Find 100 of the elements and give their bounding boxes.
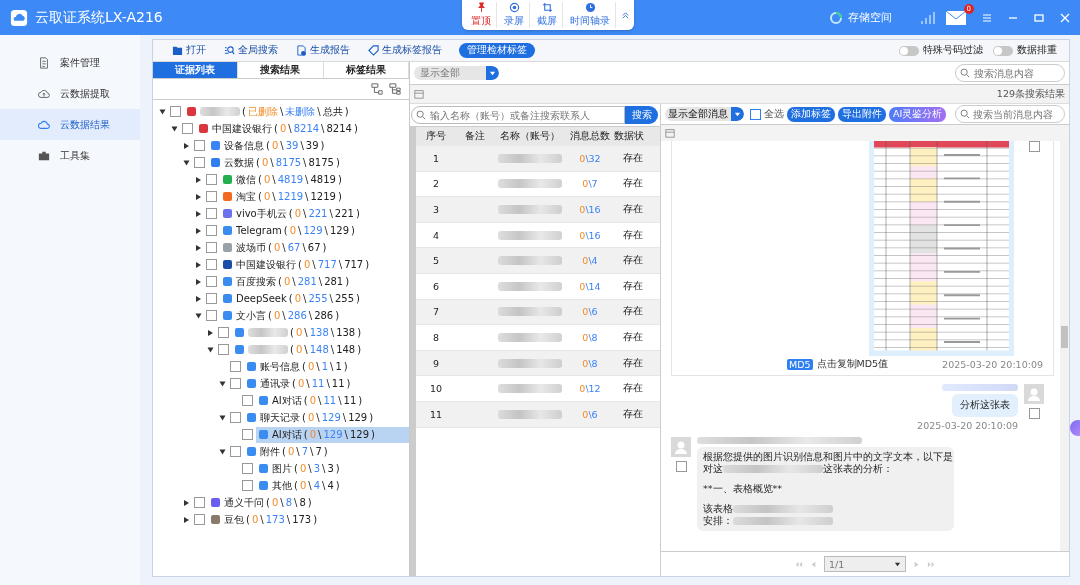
action-button[interactable]: 添加标签 (787, 106, 835, 122)
tree-item[interactable]: vivo手机云 ( 0 \ 221 \ 221 ) (220, 205, 363, 222)
expand-arrow-icon[interactable] (207, 329, 213, 336)
tree-item[interactable]: ( 0 \ 138 \ 138 ) (232, 324, 365, 341)
nav-item[interactable]: 云数据提取 (0, 78, 140, 109)
next-page-icon[interactable] (912, 559, 921, 569)
checkbox[interactable] (206, 191, 217, 202)
checkbox[interactable] (230, 412, 241, 423)
checkbox[interactable] (182, 123, 193, 134)
checkbox[interactable] (194, 140, 205, 151)
expand-arrow-icon[interactable] (195, 176, 201, 183)
tree-item[interactable]: 中国建设银行 ( 0 \ 8214 \ 8214 ) (196, 120, 361, 137)
tree-item[interactable]: 聊天记录 ( 0 \ 129 \ 129 ) (244, 409, 377, 426)
current-message-search-field[interactable]: 搜索当前消息内容 (955, 105, 1065, 123)
toggle-switch[interactable] (993, 45, 1013, 56)
tree-item[interactable]: 账号信息 ( 0 \ 1 \ 1 ) (244, 358, 351, 375)
expand-arrow-icon[interactable] (171, 126, 177, 131)
checkbox[interactable] (675, 461, 687, 472)
expand-arrow-icon[interactable] (219, 415, 225, 420)
toolbar-button[interactable]: 录屏 (499, 2, 530, 28)
tree-item[interactable]: 中国建设银行 ( 0 \ 717 \ 717 ) (220, 256, 373, 273)
tree-item[interactable]: 附件 ( 0 \ 7 \ 7 ) (244, 443, 331, 460)
column-header[interactable]: 消息总数 (566, 130, 614, 143)
checkbox[interactable] (230, 446, 241, 457)
expand-arrow-icon[interactable] (219, 449, 225, 454)
checkbox[interactable] (230, 378, 241, 389)
checkbox[interactable] (218, 327, 229, 338)
copy-md5-link[interactable]: 点击复制MD5值 (816, 358, 889, 371)
expand-arrow-icon[interactable] (159, 109, 165, 114)
calendar-icon[interactable] (665, 128, 675, 138)
message-filter-dropdown[interactable]: 显示全部消息 (665, 107, 744, 121)
nav-item[interactable]: 工具集 (0, 140, 140, 171)
column-header[interactable]: 数据状 (614, 130, 652, 143)
expand-arrow-icon[interactable] (195, 210, 201, 217)
toolbar-button[interactable]: 截屏 (532, 2, 563, 28)
tree-item[interactable]: 其他 ( 0 \ 4 \ 4 ) (256, 477, 343, 494)
checkbox[interactable] (218, 344, 229, 355)
column-header[interactable]: 备注 (456, 130, 494, 143)
previous-page-icon[interactable] (809, 559, 818, 569)
toolbar-button[interactable]: 全局搜索 (217, 44, 285, 57)
tree-item[interactable]: AI对话 ( 0 \ 129 \ 129 ) (256, 426, 409, 443)
checkbox[interactable] (206, 310, 217, 321)
expand-arrow-icon[interactable] (183, 516, 189, 523)
checkbox[interactable] (242, 395, 253, 406)
collapse-tree-icon[interactable] (371, 83, 383, 95)
toolbar-button[interactable]: 时间轴录 (565, 2, 616, 28)
tree-item[interactable]: 通讯录 ( 0 \ 11 \ 11 ) (244, 375, 354, 392)
maximize-icon[interactable] (1034, 12, 1044, 23)
checkbox[interactable] (230, 361, 241, 372)
toolbar-button[interactable]: 置顶 (466, 2, 497, 28)
nav-item[interactable]: 案件管理 (0, 47, 140, 78)
scrollbar[interactable] (1060, 141, 1069, 551)
tree-item[interactable]: Telegram ( 0 \ 129 \ 129 ) (220, 222, 358, 239)
tab[interactable]: 证据列表 (153, 62, 239, 78)
expand-arrow-icon[interactable] (183, 499, 189, 506)
expand-tree-icon[interactable] (389, 83, 401, 95)
message-search-field[interactable]: 搜索消息内容 (955, 64, 1065, 82)
action-button[interactable]: AI灵鉴分析 (889, 106, 947, 122)
first-page-icon[interactable] (794, 559, 803, 569)
expand-arrow-icon[interactable] (195, 227, 201, 234)
checkbox[interactable] (206, 259, 217, 270)
checkbox[interactable] (206, 242, 217, 253)
toolbar-button[interactable]: 打开 (165, 44, 213, 57)
tree-item[interactable]: 淘宝 ( 0 \ 1219 \ 1219 ) (220, 188, 345, 205)
checkbox[interactable] (170, 106, 181, 117)
expand-arrow-icon[interactable] (183, 160, 189, 165)
column-header[interactable]: 名称（账号） (494, 130, 566, 143)
tree-item[interactable]: 设备信息 ( 0 \ 39 \ 39 ) (208, 137, 328, 154)
checkbox[interactable] (194, 157, 205, 168)
mail-icon[interactable] (946, 10, 966, 25)
expand-arrow-icon[interactable] (207, 347, 213, 352)
page-dropdown[interactable]: 1/1 (824, 556, 906, 572)
expand-arrow-icon[interactable] (195, 193, 201, 200)
checkbox[interactable] (242, 480, 253, 491)
last-page-icon[interactable] (927, 559, 936, 569)
column-header[interactable]: 序号 (416, 130, 456, 143)
action-button[interactable]: 导出附件 (838, 106, 886, 122)
expand-arrow-icon[interactable] (219, 381, 225, 386)
tree-item[interactable]: ( 已删除 \ 未删除 \ 总共 ) (184, 103, 352, 120)
expand-arrow-icon[interactable] (195, 261, 201, 268)
checkbox[interactable] (206, 208, 217, 219)
tree-item[interactable]: AI对话 ( 0 \ 11 \ 11 ) (256, 392, 366, 409)
expand-arrow-icon[interactable] (195, 278, 201, 285)
nav-item[interactable]: 云数据结果 (0, 109, 140, 140)
checkbox[interactable] (242, 463, 253, 474)
checkbox[interactable] (750, 108, 761, 120)
manage-tags-button[interactable]: 管理检材标签 (459, 43, 535, 58)
toolbar-button[interactable]: 生成报告 (289, 44, 357, 57)
toolbar-button[interactable]: 生成标签报告 (361, 44, 449, 57)
checkbox[interactable] (1028, 408, 1040, 419)
expand-arrow-icon[interactable] (195, 244, 201, 251)
tree-item[interactable]: 波场币 ( 0 \ 67 \ 67 ) (220, 239, 330, 256)
menu-icon[interactable] (982, 12, 992, 23)
checkbox[interactable] (206, 174, 217, 185)
tree-item[interactable]: ( 0 \ 148 \ 148 ) (232, 341, 365, 358)
checkbox[interactable] (194, 497, 205, 508)
contact-search-field[interactable]: 输入名称（账号）或备注搜索联系人 (411, 106, 625, 124)
toggle-switch[interactable] (899, 45, 919, 56)
tree-item[interactable]: 文小言 ( 0 \ 286 \ 286 ) (220, 307, 343, 324)
tree-item[interactable]: DeepSeek ( 0 \ 255 \ 255 ) (220, 290, 363, 307)
